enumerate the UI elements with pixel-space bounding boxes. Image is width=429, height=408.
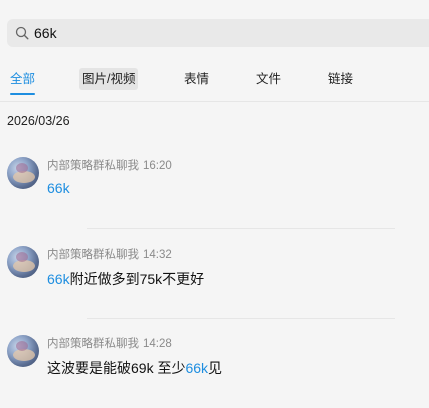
- tab-links[interactable]: 链接: [328, 68, 353, 90]
- message-item[interactable]: 内部策略群私聊我 14:32 66k附近做多到75k不更好: [0, 246, 429, 310]
- tab-stickers[interactable]: 表情: [184, 68, 209, 90]
- date-header: 2026/03/26: [7, 114, 70, 128]
- divider: [87, 228, 395, 229]
- message-content: 66k: [47, 180, 70, 196]
- message-meta: 内部策略群私聊我 14:32: [47, 246, 172, 262]
- message-text: 附近做多到75k不更好: [69, 271, 205, 287]
- tab-images-videos[interactable]: 图片/视频: [79, 68, 139, 90]
- search-input[interactable]: [34, 22, 374, 44]
- message-item[interactable]: 内部策略群私聊我 14:28 这波要是能破69k 至少66k见: [0, 335, 429, 399]
- message-text: 见: [208, 360, 223, 376]
- avatar[interactable]: [7, 157, 39, 189]
- divider: [87, 318, 395, 319]
- message-content: 这波要是能破69k 至少66k见: [47, 358, 222, 378]
- sender-name: 内部策略群私聊我: [47, 249, 139, 261]
- message-meta: 内部策略群私聊我 16:20: [47, 157, 172, 173]
- search-bar[interactable]: [7, 19, 429, 47]
- message-time: 14:32: [143, 249, 172, 261]
- sender-name: 内部策略群私聊我: [47, 338, 139, 350]
- message-text: 这波要是能破69k 至少: [47, 360, 186, 376]
- highlighted-match: 66k: [185, 360, 209, 376]
- message-content: 66k附近做多到75k不更好: [47, 269, 204, 289]
- avatar[interactable]: [7, 335, 39, 367]
- message-meta: 内部策略群私聊我 14:28: [47, 335, 172, 351]
- chat-search-panel: 全部 图片/视频 表情 文件 链接 2026/03/26 内部策略群私聊我 16:…: [0, 0, 429, 408]
- sender-name: 内部策略群私聊我: [47, 160, 139, 172]
- avatar[interactable]: [7, 246, 39, 278]
- tab-files[interactable]: 文件: [256, 68, 281, 90]
- filter-tabs: 全部 图片/视频 表情 文件 链接: [0, 62, 429, 102]
- highlighted-match: 66k: [47, 180, 70, 196]
- search-icon: [15, 26, 29, 40]
- tab-all[interactable]: 全部: [10, 68, 36, 95]
- message-time: 16:20: [143, 160, 172, 172]
- highlighted-match: 66k: [47, 271, 70, 287]
- message-item[interactable]: 内部策略群私聊我 16:20 66k: [0, 157, 429, 221]
- message-time: 14:28: [143, 338, 172, 350]
